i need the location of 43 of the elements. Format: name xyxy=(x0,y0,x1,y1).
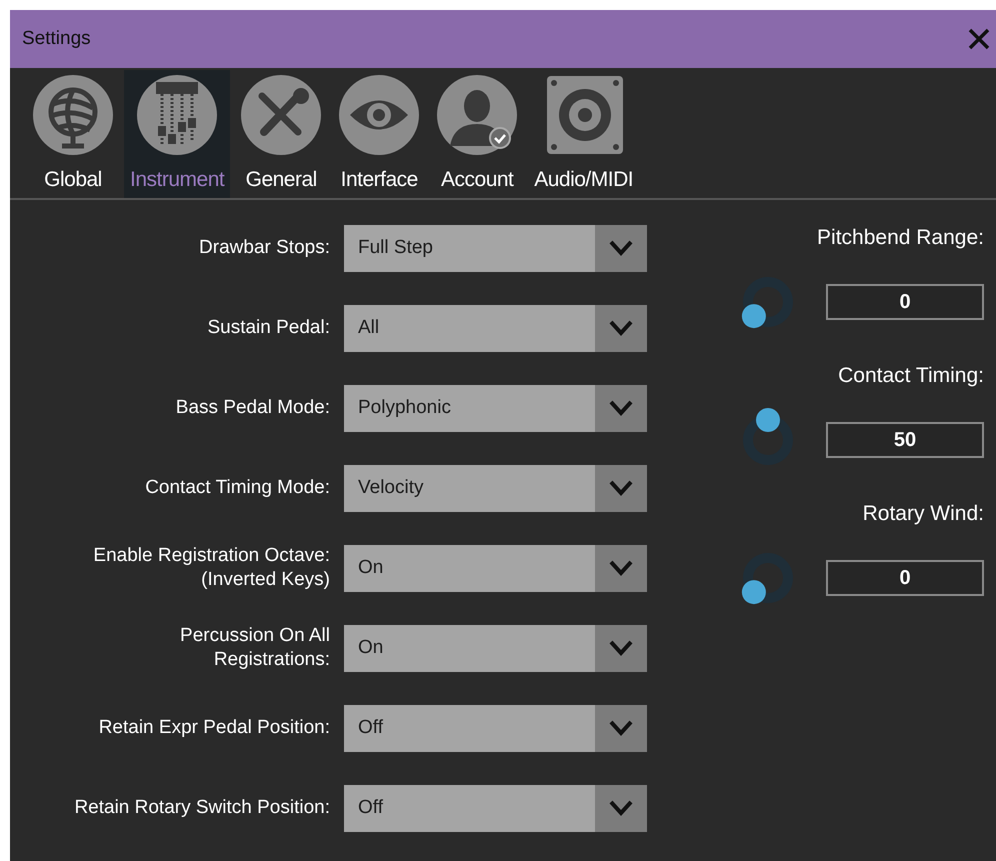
dropdown[interactable]: All xyxy=(344,304,647,352)
dropdown[interactable]: On xyxy=(344,624,647,672)
value-field[interactable]: 0 xyxy=(826,284,984,320)
dropdown[interactable]: Off xyxy=(344,784,647,832)
dropdown[interactable]: Full Step xyxy=(344,224,647,272)
tab[interactable]: Instrument xyxy=(130,168,224,192)
chevron-down-icon xyxy=(609,640,633,656)
chevron-down-icon xyxy=(609,480,633,496)
tab[interactable]: Audio/MIDI xyxy=(534,168,634,192)
tab[interactable]: Interface xyxy=(340,168,418,192)
close-icon[interactable] xyxy=(968,28,990,50)
knob-label: Contact Timing: xyxy=(838,364,984,388)
tab[interactable]: Account xyxy=(441,168,514,192)
option-label: Sustain Pedal: xyxy=(206,316,331,340)
option-label: Retain Rotary Switch Position: xyxy=(73,796,331,820)
window-title: Settings xyxy=(22,28,91,50)
tab[interactable]: General xyxy=(246,168,317,192)
tools-icon xyxy=(240,74,322,156)
dropdown[interactable]: Polyphonic xyxy=(344,384,647,432)
chevron-down-icon xyxy=(609,800,633,816)
dropdown[interactable]: On xyxy=(344,544,647,592)
chevron-down-icon xyxy=(609,720,633,736)
value-field[interactable]: 50 xyxy=(826,422,984,458)
chevron-down-icon xyxy=(609,560,633,576)
option-label: Bass Pedal Mode: xyxy=(174,396,331,420)
knob-label: Pitchbend Range: xyxy=(817,226,984,250)
chevron-down-icon xyxy=(609,240,633,256)
option-label: Percussion On All Registrations: xyxy=(179,624,331,672)
value-field[interactable]: 0 xyxy=(826,560,984,596)
globe-icon xyxy=(32,74,114,156)
chevron-down-icon xyxy=(609,400,633,416)
person-icon xyxy=(436,74,518,156)
faders-icon xyxy=(136,74,218,156)
dropdown[interactable]: Off xyxy=(344,704,647,752)
chevron-down-icon xyxy=(609,320,633,336)
option-label: Retain Expr Pedal Position: xyxy=(98,716,331,740)
dropdown[interactable]: Velocity xyxy=(344,464,647,512)
eye-icon xyxy=(338,74,420,156)
option-label: Drawbar Stops: xyxy=(198,236,331,260)
knob-label: Rotary Wind: xyxy=(862,502,984,526)
option-label: Contact Timing Mode: xyxy=(144,476,331,500)
tab[interactable]: Global xyxy=(44,168,102,192)
option-label: Enable Registration Octave: (Inverted Keys) xyxy=(92,544,331,592)
